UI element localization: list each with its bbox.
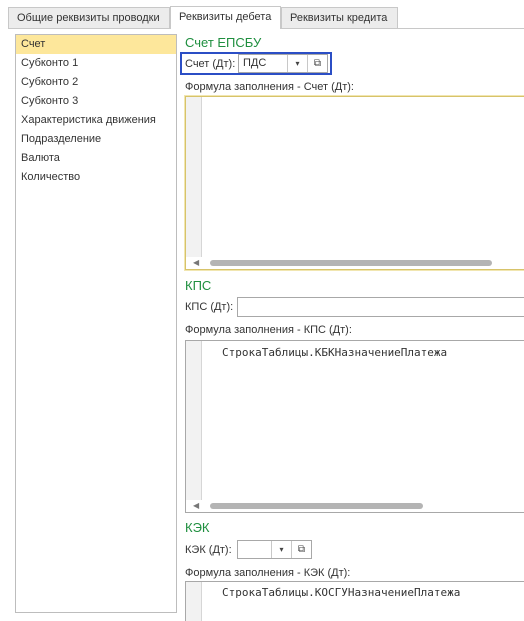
open-form-icon[interactable]: ⧉	[291, 541, 311, 558]
tab-label: Общие реквизиты проводки	[17, 12, 160, 24]
kek-formula-label: Формула заполнения - КЭК (Дт):	[185, 567, 351, 579]
kps-field-label: КПС (Дт):	[185, 301, 234, 313]
kek-formula-editor[interactable]: СтрокаТаблицы.КОСГУНазначениеПлатежа	[185, 581, 524, 621]
chevron-down-icon[interactable]: ▾	[287, 55, 307, 72]
section-title-kek: КЭК	[185, 520, 210, 535]
section-title-kps: КПС	[185, 278, 212, 293]
tab-label: Реквизиты кредита	[290, 12, 388, 24]
horizontal-scrollbar[interactable]: ◀	[186, 257, 524, 269]
scroll-thumb[interactable]	[210, 503, 423, 509]
kek-formula-text: СтрокаТаблицы.КОСГУНазначениеПлатежа	[222, 586, 461, 599]
editor-gutter	[186, 582, 202, 621]
list-item-account[interactable]: Счет	[16, 35, 176, 54]
list-item-currency[interactable]: Валюта	[16, 149, 176, 168]
kek-field-combo[interactable]: ▾ ⧉	[237, 540, 312, 559]
tab-debit-requisites[interactable]: Реквизиты дебета	[170, 6, 281, 29]
list-item-subconto-2[interactable]: Субконто 2	[16, 73, 176, 92]
kps-formula-text: СтрокаТаблицы.КБКНазначениеПлатежа	[222, 346, 448, 359]
tab-credit-requisites[interactable]: Реквизиты кредита	[281, 7, 398, 28]
account-field-value: ПДС	[243, 57, 267, 69]
editor-gutter	[186, 341, 202, 500]
list-item-subconto-3[interactable]: Субконто 3	[16, 92, 176, 111]
list-item-quantity[interactable]: Количество	[16, 168, 176, 187]
account-formula-label: Формула заполнения - Счет (Дт):	[185, 81, 354, 93]
kps-formula-editor[interactable]: СтрокаТаблицы.КБКНазначениеПлатежа ◀	[185, 340, 524, 513]
account-field-combo[interactable]: ПДС ▾ ⧉	[238, 54, 328, 73]
kps-input[interactable]	[237, 297, 524, 317]
open-form-icon[interactable]: ⧉	[307, 55, 327, 72]
list-item-subconto-1[interactable]: Субконто 1	[16, 54, 176, 73]
account-formula-editor[interactable]: ◀	[184, 95, 524, 271]
section-title-account: Счет ЕПСБУ	[185, 35, 262, 50]
horizontal-scrollbar[interactable]: ◀	[186, 500, 524, 512]
tab-general-requisites[interactable]: Общие реквизиты проводки	[8, 7, 170, 28]
list-item-department[interactable]: Подразделение	[16, 130, 176, 149]
tab-label: Реквизиты дебета	[179, 11, 272, 23]
scroll-left-arrow-icon[interactable]: ◀	[193, 500, 199, 512]
kps-formula-label: Формула заполнения - КПС (Дт):	[185, 324, 352, 336]
kek-field-label: КЭК (Дт):	[185, 544, 232, 556]
account-field-label: Счет (Дт):	[185, 58, 236, 70]
scroll-thumb[interactable]	[210, 260, 492, 266]
scroll-left-arrow-icon[interactable]: ◀	[193, 257, 199, 269]
list-item-movement-characteristic[interactable]: Характеристика движения	[16, 111, 176, 130]
fields-list[interactable]: Счет Субконто 1 Субконто 2 Субконто 3 Ха…	[15, 34, 177, 613]
chevron-down-icon[interactable]: ▾	[271, 541, 291, 558]
editor-gutter	[186, 97, 202, 257]
